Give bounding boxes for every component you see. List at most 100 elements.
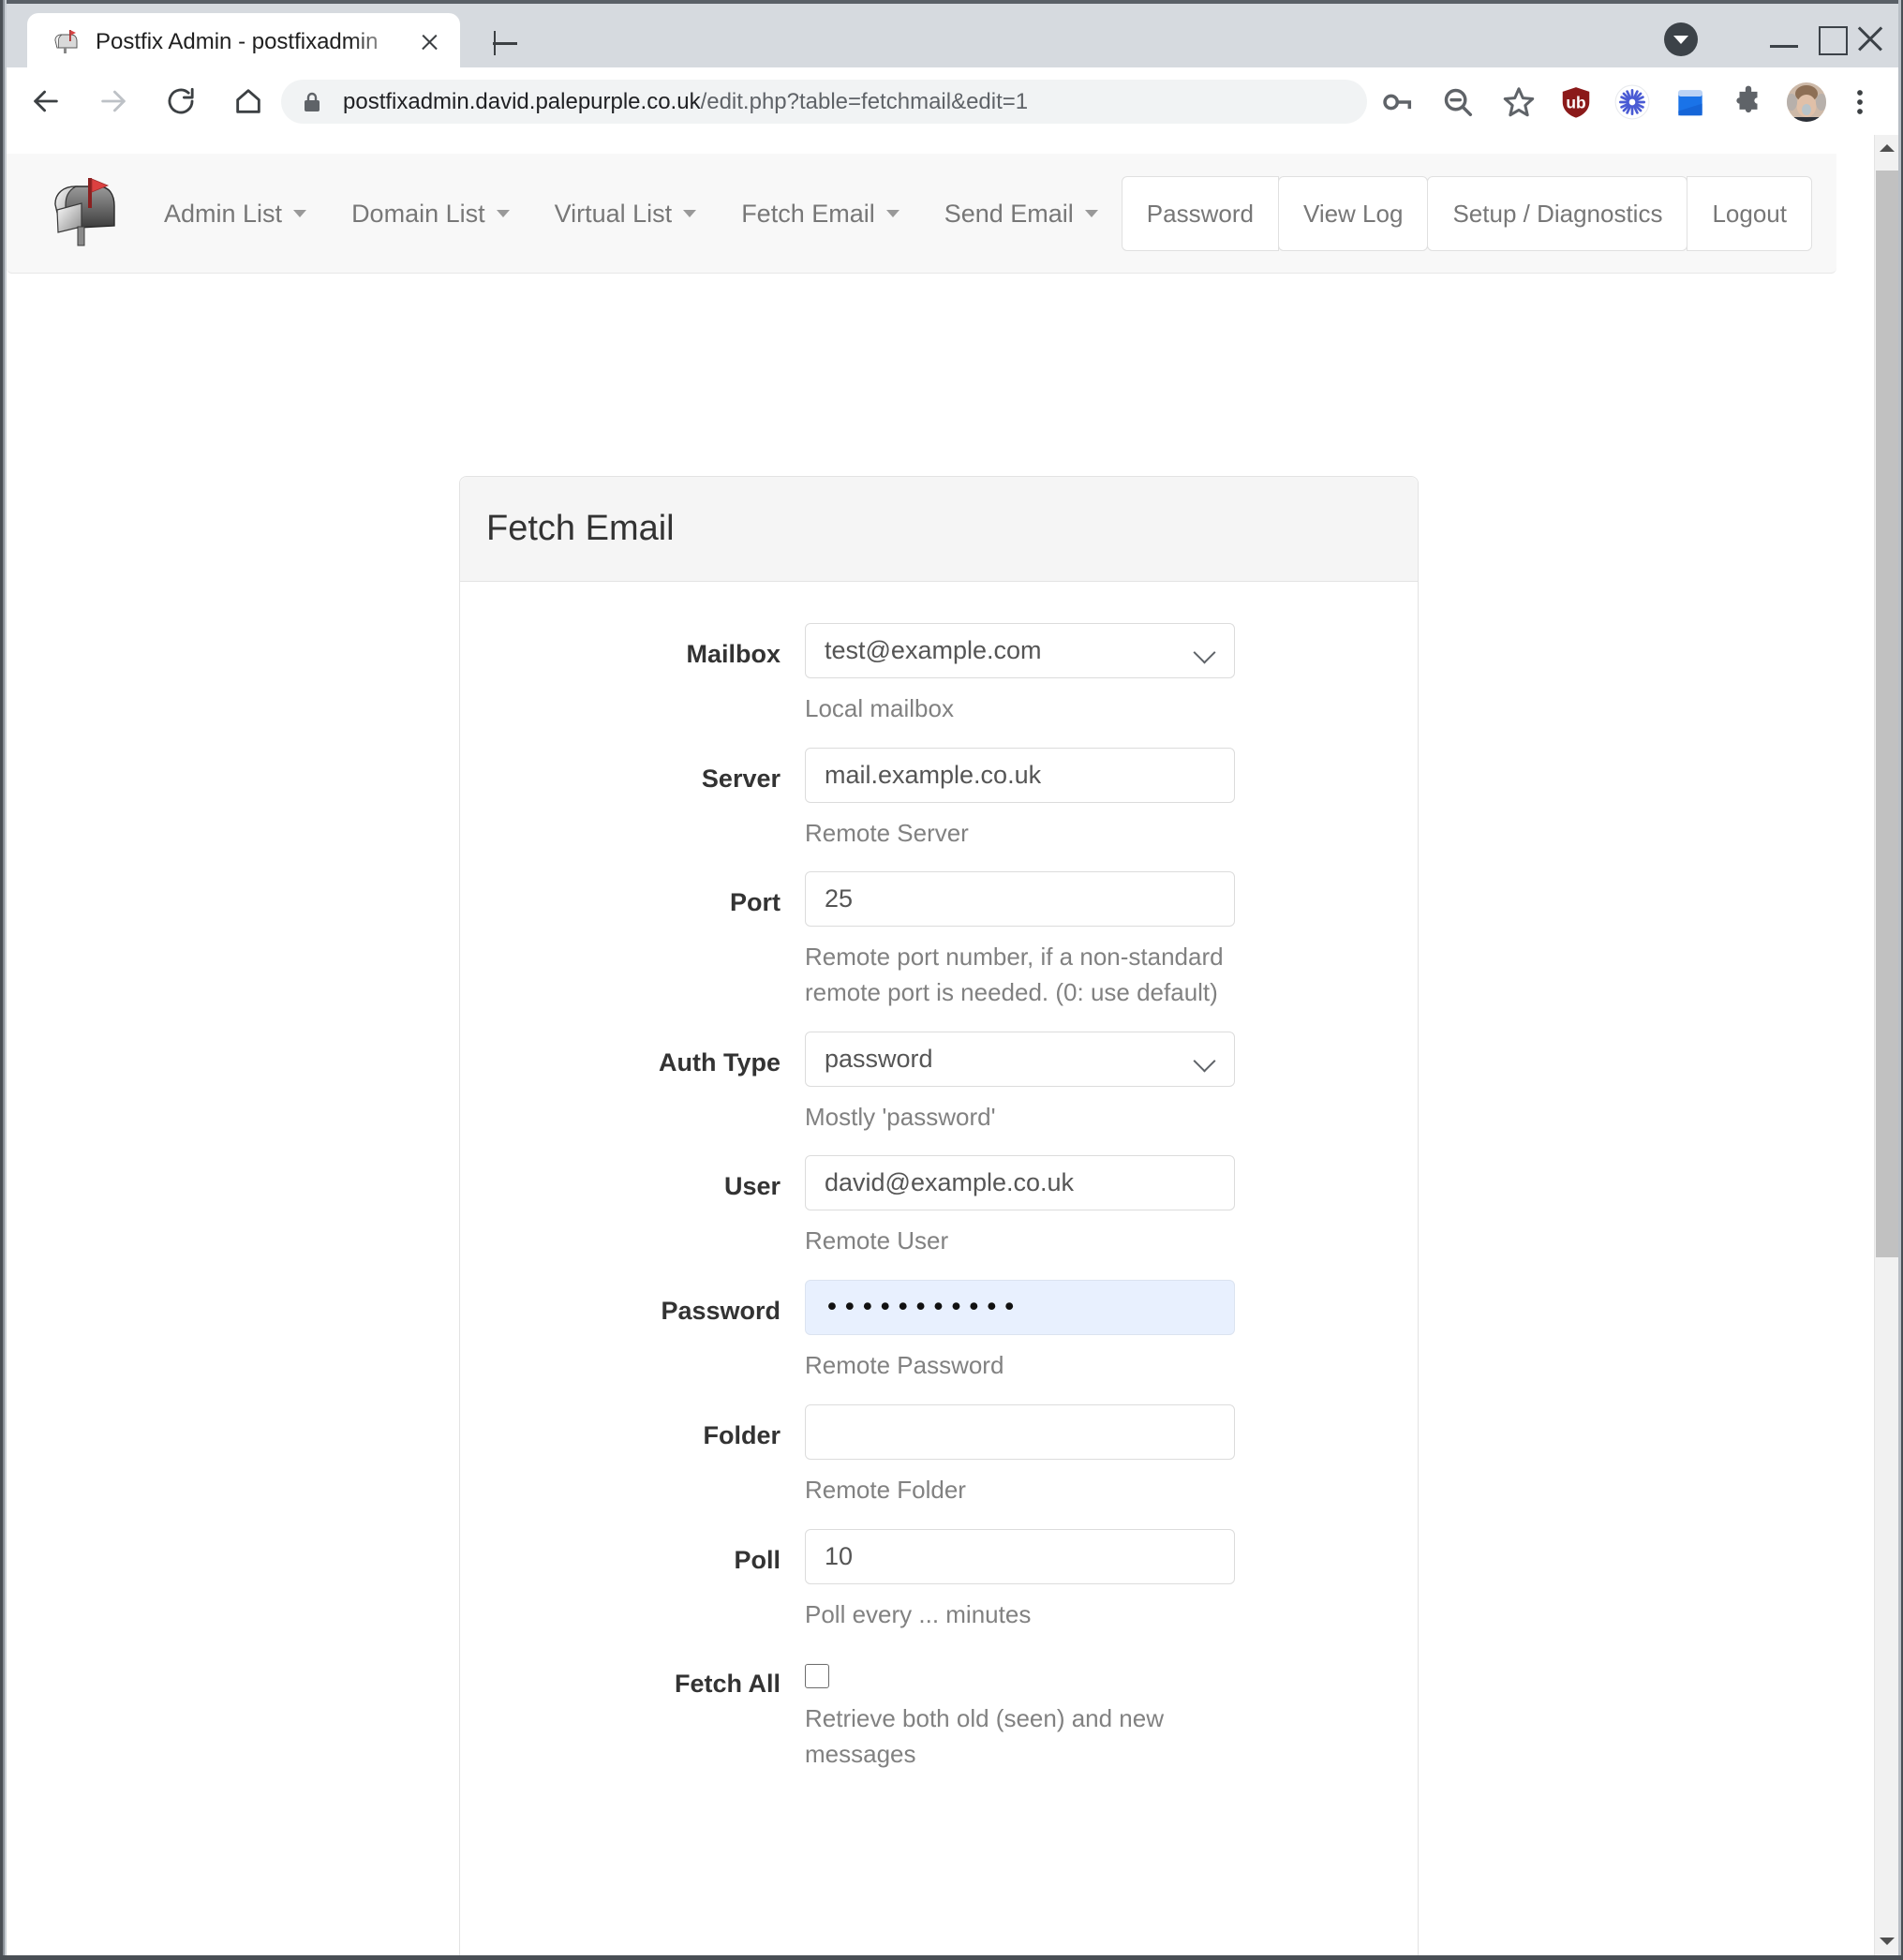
ublock-origin-icon[interactable]: ub [1558,84,1594,120]
extensions-puzzle-icon[interactable] [1731,84,1766,120]
tab-search-icon[interactable] [1653,15,1711,62]
scroll-up-arrow-icon[interactable] [1875,136,1898,160]
poll-help: Poll every ... minutes [805,1599,1032,1628]
nav-item-label: Fetch Email [741,199,875,228]
card-body: Mailbox test@example.com Local mailbox S… [460,582,1418,1840]
user-input[interactable]: david@example.co.uk [805,1155,1235,1211]
nav-item-label: Virtual List [554,199,673,228]
poll-input[interactable]: 10 [805,1528,1235,1584]
nav-item-virtual-list[interactable]: Virtual List [555,200,697,229]
server-label: Server [701,764,781,793]
chevron-down-icon [496,210,510,217]
nav-links: Admin List Domain List Virtual List Fetc… [164,154,1143,274]
site-navbar: Admin List Domain List Virtual List Fetc… [7,154,1836,274]
fetch-all-help: Retrieve both old (seen) and new message… [805,1704,1165,1768]
mailbox-label: Mailbox [686,640,781,668]
nav-item-admin-list[interactable]: Admin List [164,199,307,229]
chevron-down-icon [1195,1053,1215,1065]
server-input[interactable]: mail.example.co.uk [805,747,1235,803]
password-input[interactable]: ••••••••••• [805,1280,1235,1336]
server-input-value: mail.example.co.uk [825,760,1042,789]
folder-label: Folder [703,1420,781,1449]
page-scrollbar[interactable] [1874,135,1898,1955]
zoom-out-icon[interactable] [1440,84,1476,120]
chrome-menu-icon[interactable] [1846,84,1874,120]
port-input-value: 25 [825,884,854,913]
home-icon[interactable] [220,73,276,129]
form-row-fetch-all: Fetch All Retrieve both old (seen) and n… [460,1653,1418,1772]
port-input[interactable]: 25 [805,871,1235,928]
user-input-value: david@example.co.uk [825,1168,1075,1197]
browser-window: Postfix Admin - postfixadmin postfixadmi… [0,0,1903,1960]
view-log-button[interactable]: View Log [1277,176,1429,251]
form-row-mailbox: Mailbox test@example.com Local mailbox [460,623,1418,727]
window-close-icon[interactable] [1849,15,1903,62]
address-bar[interactable]: postfixadmin.david.palepurple.co.uk/edit… [281,80,1367,124]
auth-type-help: Mostly 'password' [805,1102,996,1131]
poll-input-value: 10 [825,1541,854,1570]
nav-item-label: Domain List [351,199,485,228]
scroll-down-arrow-icon[interactable] [1875,1929,1898,1953]
password-button[interactable]: Password [1121,176,1279,251]
logout-button[interactable]: Logout [1687,176,1812,251]
url-path: /edit.php?table=fetchmail&edit=1 [700,88,1029,114]
auth-type-label: Auth Type [659,1047,781,1077]
forward-arrow-icon [85,73,141,129]
profile-avatar-icon[interactable] [1786,82,1827,123]
form-row-server: Server mail.example.co.uk Remote Server [460,747,1418,852]
nav-buttons: Password View Log Setup / Diagnostics Lo… [1121,176,1812,251]
window-edge-left [0,0,7,1960]
server-help: Remote Server [805,818,969,847]
nav-item-fetch-email[interactable]: Fetch Email [741,200,899,229]
mailbox-select[interactable]: test@example.com [805,623,1235,678]
form-row-password: Password ••••••••••• Remote Password [460,1280,1418,1384]
window-edge-right [1898,0,1903,1960]
svg-text:ub: ub [1566,93,1585,111]
form-row-auth-type: Auth Type password Mostly 'password' [460,1031,1418,1136]
password-label: Password [661,1297,781,1326]
tab-close-icon[interactable] [413,26,445,58]
chevron-down-icon [885,210,899,217]
poll-label: Poll [734,1545,781,1574]
folder-help: Remote Folder [805,1475,966,1504]
chevron-down-icon [683,210,697,217]
nav-item-send-email[interactable]: Send Email [944,200,1098,229]
page-title: Fetch Email [486,509,675,548]
url-text: postfixadmin.david.palepurple.co.uk/edit… [343,89,1028,115]
nav-item-label: Admin List [164,199,283,228]
back-arrow-icon[interactable] [18,73,74,129]
bookmark-star-icon[interactable] [1501,84,1537,120]
user-help: Remote User [805,1226,949,1255]
page-viewport: Admin List Domain List Virtual List Fetc… [7,135,1898,1955]
chevron-down-icon [293,210,307,217]
lock-icon [302,91,322,113]
burst-extension-icon[interactable] [1614,84,1650,120]
form-row-folder: Folder Remote Folder [460,1403,1418,1508]
password-input-value: ••••••••••• [825,1293,1020,1323]
form-row-port: Port 25 Remote port number, if a non-sta… [460,871,1418,1010]
chevron-down-icon [1195,645,1215,657]
blue-tab-extension-icon[interactable] [1673,84,1708,120]
browser-tab[interactable]: Postfix Admin - postfixadmin [27,13,460,71]
folder-input[interactable] [805,1403,1235,1460]
fetch-all-checkbox[interactable] [805,1664,829,1689]
nav-item-domain-list[interactable]: Domain List [351,200,510,229]
auth-type-select-value: password [825,1044,933,1073]
password-help: Remote Password [805,1351,1004,1380]
browser-toolbar: postfixadmin.david.palepurple.co.uk/edit… [7,67,1898,135]
user-label: User [723,1172,781,1201]
fetch-all-label: Fetch All [674,1670,781,1699]
url-host: postfixadmin.david.palepurple.co.uk [343,88,701,114]
password-key-icon[interactable] [1379,84,1415,120]
postfix-mailbox-logo[interactable] [40,172,121,253]
reload-icon[interactable] [153,73,209,129]
port-help: Remote port number, if a non-standard re… [805,943,1224,1007]
card-header: Fetch Email [460,477,1418,582]
form-row-poll: Poll 10 Poll every ... minutes [460,1528,1418,1633]
new-tab-button[interactable] [483,21,528,66]
window-edge-bottom [0,1955,1903,1960]
setup-diagnostics-button[interactable]: Setup / Diagnostics [1427,176,1688,251]
auth-type-select[interactable]: password [805,1031,1235,1087]
mailbox-help: Local mailbox [805,694,954,722]
scrollbar-thumb[interactable] [1876,171,1898,1257]
